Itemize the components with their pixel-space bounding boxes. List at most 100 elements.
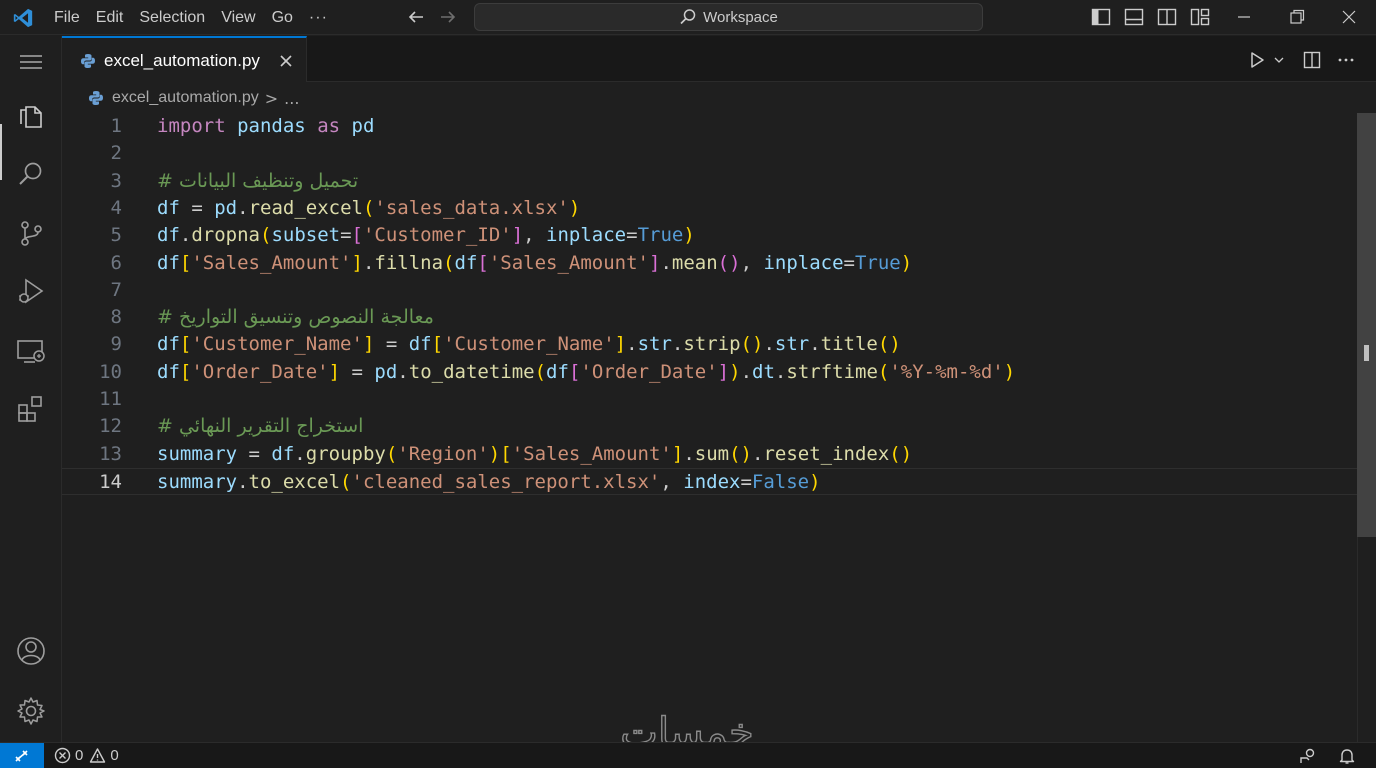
code-line[interactable]: 5 df.dropna(subset=['Customer_ID'], inpla… xyxy=(62,222,1358,249)
code-token: ) xyxy=(809,470,821,493)
split-editor-icon[interactable] xyxy=(1302,50,1322,70)
code-token: pd xyxy=(374,360,398,383)
code-text: df['Customer_Name'] = df['Customer_Name'… xyxy=(157,331,901,358)
code-token: ] xyxy=(649,251,661,274)
code-token: 'Order_Date' xyxy=(580,360,718,383)
code-token: strip xyxy=(683,333,741,356)
code-token: ( xyxy=(362,196,375,219)
code-token: as xyxy=(317,115,341,137)
vscode-logo[interactable] xyxy=(12,7,34,29)
code-line[interactable]: 8 # معالجة النصوص وتنسيق التواريخ xyxy=(62,304,1358,331)
code-token: ( xyxy=(534,360,547,383)
code-token: sum xyxy=(694,442,730,465)
code-token: ) xyxy=(683,224,695,247)
code-text: df = pd.read_excel('sales_data.xlsx') xyxy=(157,195,580,222)
code-token: import xyxy=(157,115,226,137)
search-icon[interactable] xyxy=(15,158,47,190)
code-token: ) xyxy=(568,196,581,219)
code-line[interactable]: 7 xyxy=(62,277,1358,304)
menu-go[interactable]: Go xyxy=(264,0,301,35)
menu-edit[interactable]: Edit xyxy=(88,0,132,35)
source-control-icon[interactable] xyxy=(15,217,47,249)
menu-more[interactable]: ··· xyxy=(301,0,336,35)
line-number: 1 xyxy=(110,115,122,137)
code-line[interactable]: 12 # استخراج التقرير النهائي xyxy=(62,413,1358,440)
code-token: . xyxy=(740,360,753,383)
menu-selection[interactable]: Selection xyxy=(131,0,213,35)
code-token: = xyxy=(843,251,855,274)
code-token: = xyxy=(179,196,215,219)
explorer-icon[interactable] xyxy=(15,99,47,131)
code-token: 'Region' xyxy=(397,442,489,465)
settings-gear-icon[interactable] xyxy=(15,695,47,727)
code-comment: # معالجة النصوص وتنسيق التواريخ xyxy=(157,306,434,329)
remote-icon xyxy=(15,750,28,762)
command-center-search[interactable]: Workspace xyxy=(474,3,983,31)
extensions-icon[interactable] xyxy=(15,393,47,425)
code-token: . xyxy=(763,333,775,356)
code-token: pandas xyxy=(237,115,306,137)
menu-icon[interactable] xyxy=(15,46,47,78)
minimize-icon[interactable] xyxy=(1234,7,1254,27)
customize-layout-icon[interactable] xyxy=(1190,8,1210,26)
code-token: . xyxy=(751,442,764,465)
code-line[interactable]: 6 df['Sales_Amount'].fillna(df['Sales_Amo… xyxy=(62,250,1358,277)
bell-icon[interactable] xyxy=(1338,747,1356,765)
warning-count: 0 xyxy=(110,747,119,764)
code-line[interactable]: 11 xyxy=(62,386,1358,413)
code-token: = xyxy=(340,224,352,247)
code-token: [ xyxy=(568,360,581,383)
title-bar: File Edit Selection View Go ··· Workspac… xyxy=(0,0,1376,35)
breadcrumb-file[interactable]: excel_automation.py xyxy=(112,89,259,107)
line-number: 13 xyxy=(99,442,122,465)
run-icon[interactable] xyxy=(1247,50,1267,70)
more-actions-icon[interactable] xyxy=(1336,50,1356,70)
problems-indicator[interactable]: 0 0 xyxy=(54,747,119,764)
remote-explorer-icon[interactable] xyxy=(15,335,47,367)
run-debug-icon[interactable] xyxy=(15,275,47,307)
code-line[interactable]: 1 import pandas as pd xyxy=(62,113,1358,140)
code-line[interactable]: 9 df['Customer_Name'] = df['Customer_Name… xyxy=(62,331,1358,358)
code-token: title xyxy=(820,333,878,356)
close-icon[interactable] xyxy=(1339,7,1359,27)
menu-file[interactable]: File xyxy=(46,0,88,35)
toggle-secondary-sidebar-icon[interactable] xyxy=(1157,8,1177,26)
restore-icon[interactable] xyxy=(1287,7,1307,27)
code-line[interactable]: 14 summary.to_excel('cleaned_sales_report… xyxy=(62,467,1358,495)
forward-arrow-icon[interactable] xyxy=(437,6,459,28)
code-token: read_excel xyxy=(248,196,363,219)
code-token: to_datetime xyxy=(408,360,535,383)
back-arrow-icon[interactable] xyxy=(405,6,427,28)
chevron-down-icon[interactable] xyxy=(1272,50,1286,70)
code-token: ( xyxy=(385,442,398,465)
code-token: fillna xyxy=(374,251,444,274)
error-icon xyxy=(54,747,71,764)
menu-bar: File Edit Selection View Go ··· xyxy=(46,0,336,35)
code-line[interactable]: 2 xyxy=(62,140,1358,167)
menu-view[interactable]: View xyxy=(213,0,263,35)
toggle-primary-sidebar-icon[interactable] xyxy=(1091,8,1111,26)
code-line[interactable]: 13 summary = df.groupby('Region')['Sales_… xyxy=(62,441,1358,468)
code-token: . xyxy=(671,333,684,356)
code-line[interactable]: 10 df['Order_Date'] = pd.to_datetime(df['… xyxy=(62,359,1358,386)
code-token: strftime xyxy=(786,360,878,383)
toggle-panel-icon[interactable] xyxy=(1124,8,1144,26)
code-token: dt xyxy=(752,360,775,383)
tab-excel-automation[interactable]: excel_automation.py xyxy=(62,36,307,82)
code-token: df xyxy=(546,360,569,383)
close-icon[interactable] xyxy=(278,53,294,69)
feedback-icon[interactable] xyxy=(1299,747,1317,765)
code-token: [ xyxy=(179,333,192,356)
code-line[interactable]: 4 df = pd.read_excel('sales_data.xlsx') xyxy=(62,195,1358,222)
code-line[interactable]: 3 # تحميل وتنظيف البيانات xyxy=(62,168,1358,195)
code-editor[interactable]: 1 import pandas as pd 2 3 # تحميل وتنظيف الب… xyxy=(62,113,1376,742)
accounts-icon[interactable] xyxy=(15,635,47,667)
code-token: ( xyxy=(259,224,272,247)
breadcrumb-more[interactable]: ... xyxy=(284,89,299,108)
code-token: () xyxy=(717,251,741,274)
code-token: [ xyxy=(500,442,512,465)
vertical-scrollbar-thumb[interactable] xyxy=(1357,113,1376,537)
code-token: dropna xyxy=(191,224,260,247)
activity-bar xyxy=(0,36,62,742)
remote-indicator[interactable] xyxy=(0,743,44,768)
